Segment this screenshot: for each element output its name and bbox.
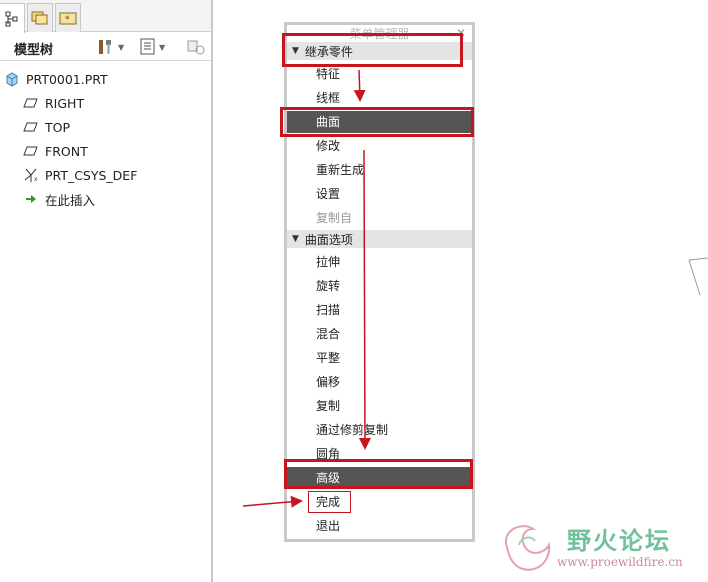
arrow-to-surface [353,69,366,102]
annotation-arrows [242,69,371,508]
arrow-to-done [242,495,303,508]
arrow-to-advanced [358,149,371,450]
watermark-text: 野火论坛 [567,527,671,555]
forum-watermark: 野火论坛 www.proewildfire.cn [497,517,702,577]
flame-logo-icon [504,525,551,571]
watermark-url: www.proewildfire.cn [557,555,683,569]
